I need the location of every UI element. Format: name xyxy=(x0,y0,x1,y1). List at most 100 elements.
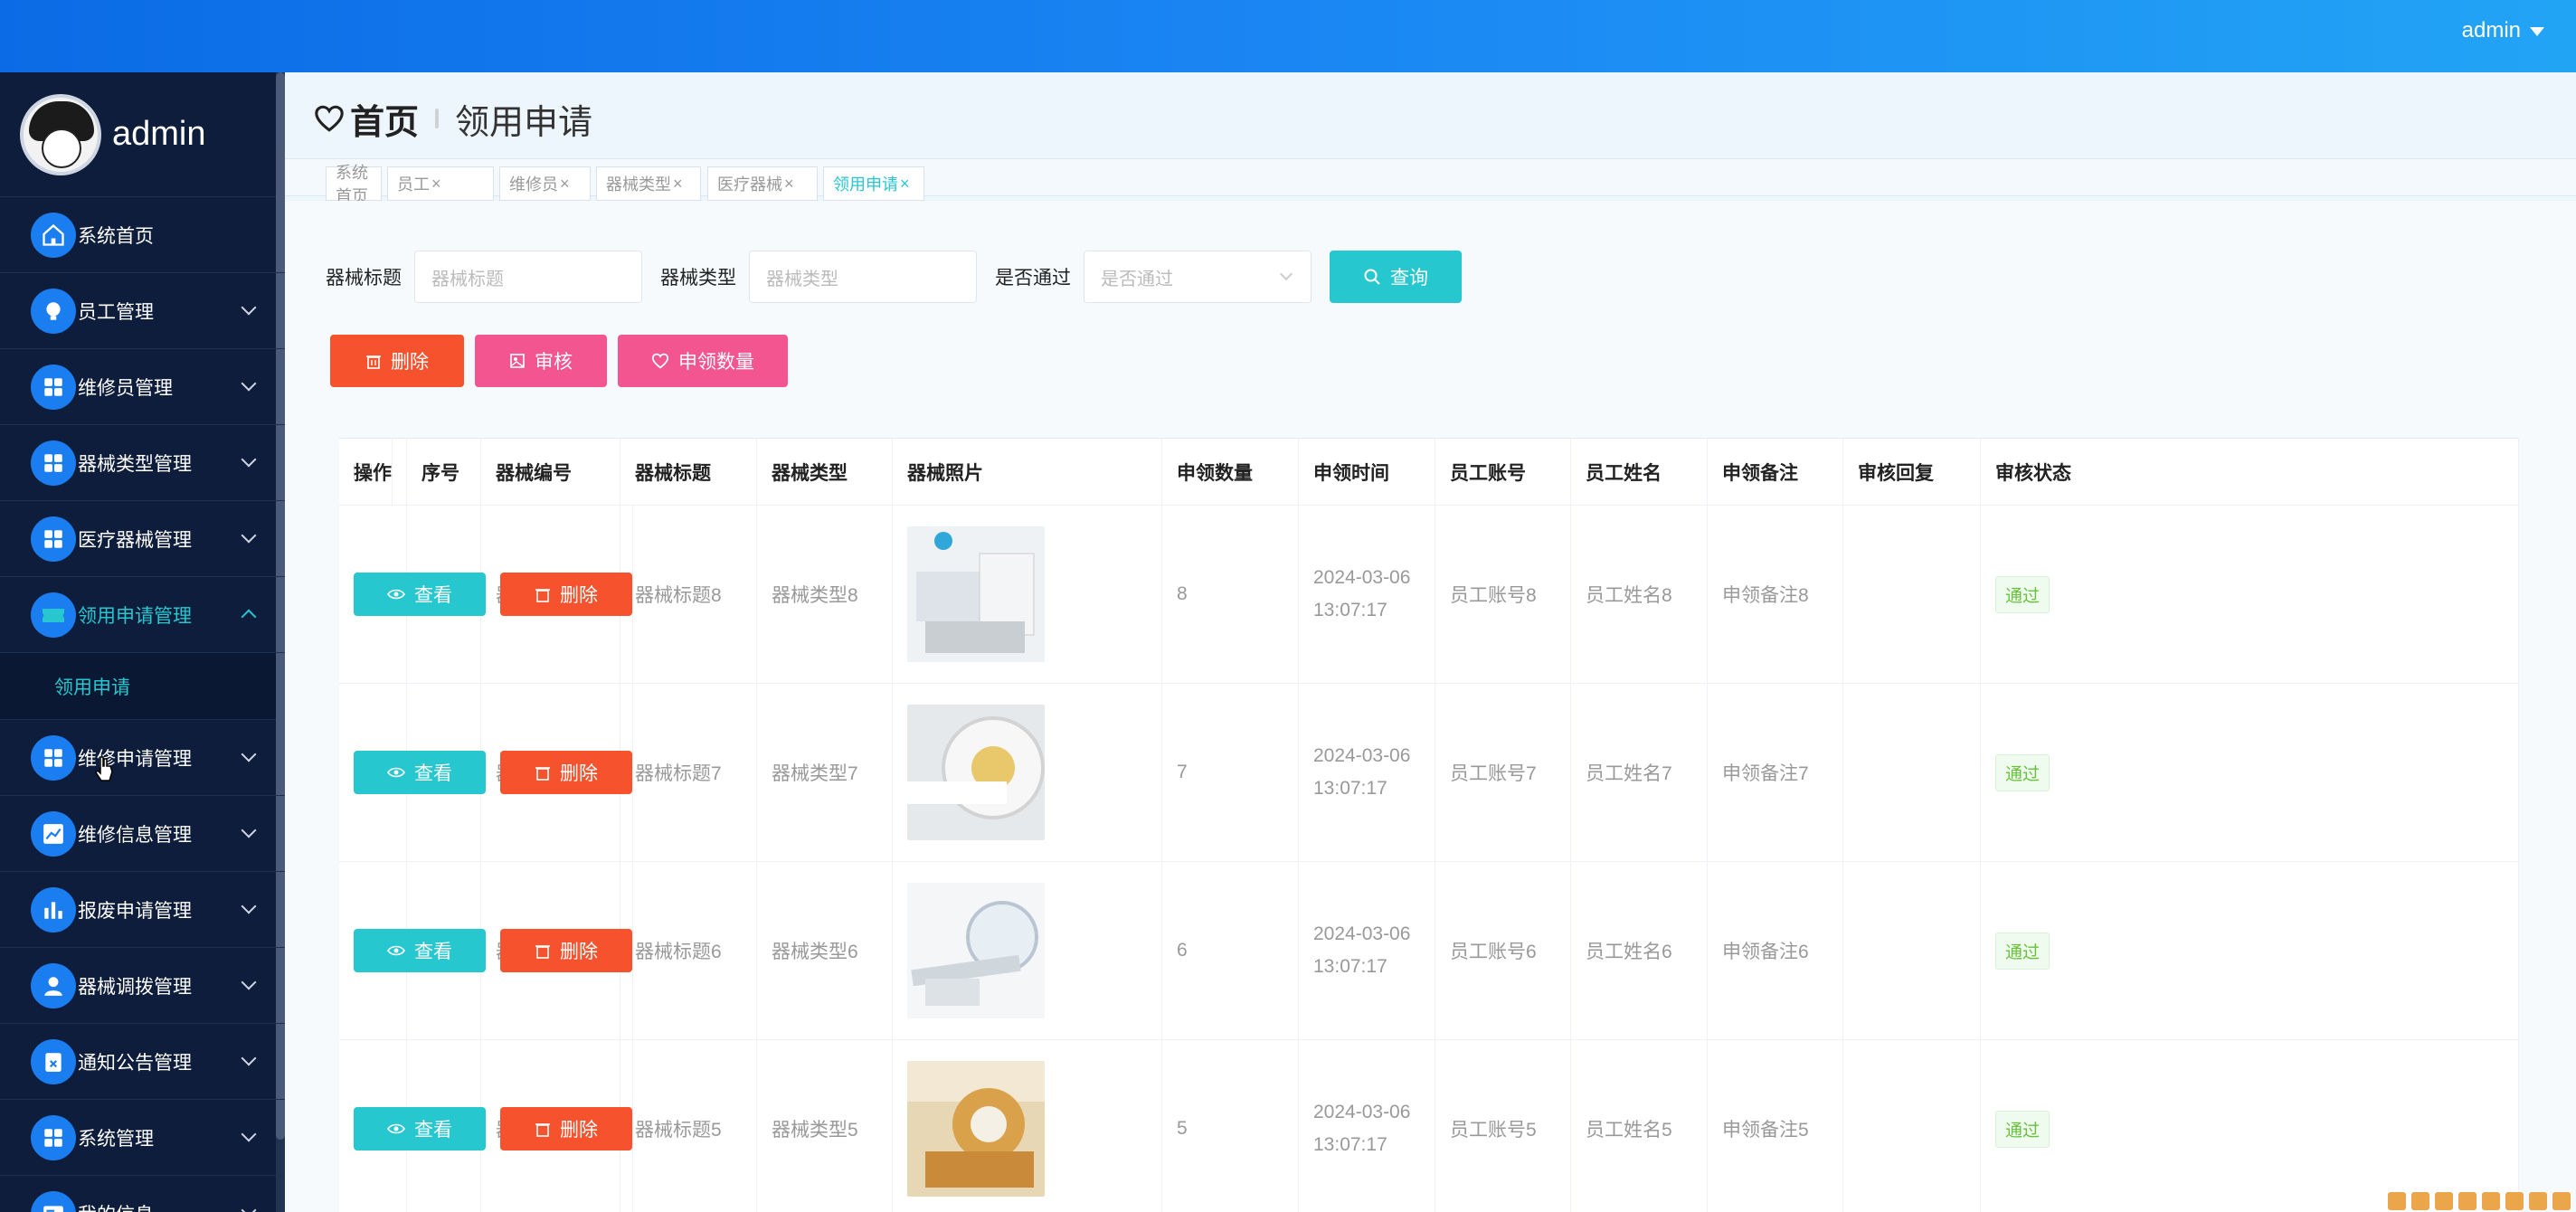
sidebar-item-label: 领用申请管理 xyxy=(78,605,192,627)
delete-button[interactable]: 删除 xyxy=(500,929,632,972)
chart-icon xyxy=(31,810,76,857)
sidebar-item-10[interactable]: 通知公告管理 xyxy=(0,1024,285,1100)
sidebar-item-label: 器械调拨管理 xyxy=(78,976,192,998)
breadcrumb: 首页 领用申请 xyxy=(314,94,592,144)
status-cell: 通过 xyxy=(1981,684,2519,861)
status-cell: 通过 xyxy=(1981,862,2519,1039)
sidebar-item-7[interactable]: 维修信息管理 xyxy=(0,796,285,872)
batch-delete-button[interactable]: 删除 xyxy=(330,335,464,387)
status-cell: 通过 xyxy=(1981,506,2519,683)
reply-cell xyxy=(1843,684,1981,861)
close-icon[interactable]: × xyxy=(900,175,910,194)
audit-button[interactable]: 审核 xyxy=(475,335,607,387)
status-cell: 通过 xyxy=(1981,1040,2519,1212)
sidebar-item-9[interactable]: 器械调拨管理 xyxy=(0,948,285,1024)
column-header: 员工账号 xyxy=(1435,439,1571,505)
tab-3[interactable]: 器械类型 × xyxy=(596,166,701,201)
eye-icon xyxy=(387,945,405,956)
ime-toolbar xyxy=(2388,1192,2576,1212)
reply-cell xyxy=(1843,506,1981,683)
view-button[interactable]: 查看 xyxy=(354,929,486,972)
sidebar-item-label: 医疗器械管理 xyxy=(78,529,192,551)
delete-button[interactable]: 删除 xyxy=(500,573,632,616)
device-photo[interactable] xyxy=(907,883,1045,1018)
column-header: 申领时间 xyxy=(1299,439,1435,505)
remark-cell: 申领备注6 xyxy=(1708,862,1843,1039)
sidebar-item-3[interactable]: 器械类型管理 xyxy=(0,425,285,501)
mouse-cursor-icon xyxy=(95,756,113,781)
time-text: 13:07:17 xyxy=(1313,778,1387,799)
chevron-down-icon xyxy=(241,746,257,762)
grid-icon xyxy=(31,364,76,410)
quantity-cell: 6 xyxy=(1162,862,1299,1039)
status-badge: 通过 xyxy=(1995,1110,2050,1148)
sidebar-item-label: 通知公告管理 xyxy=(78,1052,192,1074)
column-header: 操作 xyxy=(339,439,393,505)
sidebar-item-11[interactable]: 系统管理 xyxy=(0,1100,285,1176)
sidebar-item-2[interactable]: 维修员管理 xyxy=(0,349,285,425)
sidebar-item-12[interactable]: 我的信息 xyxy=(0,1176,285,1212)
sidebar-item-4[interactable]: 医疗器械管理 xyxy=(0,501,285,577)
delete-button[interactable]: 删除 xyxy=(500,1107,632,1150)
type-input[interactable]: 器械类型 xyxy=(749,251,977,303)
sidebar-item-8[interactable]: 报废申请管理 xyxy=(0,872,285,948)
tab-0[interactable]: 系统首页 xyxy=(326,164,382,205)
clipboard-icon xyxy=(31,1038,76,1084)
chevron-down-icon xyxy=(241,898,257,914)
chevron-down-icon xyxy=(241,527,257,544)
sidebar-item-label: 系统首页 xyxy=(78,225,154,247)
sidebar-item-1[interactable]: 员工管理 xyxy=(0,273,285,349)
close-icon[interactable]: × xyxy=(431,175,441,194)
device-photo[interactable] xyxy=(907,1061,1045,1197)
sidebar-item-5[interactable]: 领用申请管理 xyxy=(0,577,285,653)
eye-icon xyxy=(387,589,405,600)
column-header: 审核状态 xyxy=(1981,439,2519,505)
bar-chart-icon xyxy=(31,886,76,933)
sidebar-item-label: 器械类型管理 xyxy=(78,453,192,475)
time-text: 13:07:17 xyxy=(1313,1134,1387,1155)
account-cell: 员工账号7 xyxy=(1435,684,1571,861)
column-header: 器械类型 xyxy=(757,439,893,505)
home-icon xyxy=(31,212,76,258)
content-panel: 器械标题 器械标题 器械类型 器械类型 是否通过 是否通过 查询 删除 审核 申… xyxy=(285,201,2576,1212)
device-photo[interactable] xyxy=(907,526,1045,662)
close-icon[interactable]: × xyxy=(784,175,794,194)
sidebar-item-0[interactable]: 系统首页 xyxy=(0,197,285,273)
eye-icon xyxy=(387,767,405,778)
claim-count-button[interactable]: 申领数量 xyxy=(618,335,788,387)
view-button[interactable]: 查看 xyxy=(354,751,486,794)
picture-icon xyxy=(510,354,525,368)
column-header: 员工姓名 xyxy=(1571,439,1708,505)
tab-2[interactable]: 维修员 × xyxy=(499,166,591,201)
chevron-down-icon xyxy=(241,299,257,316)
top-bar: admin xyxy=(0,0,2576,72)
breadcrumb-home[interactable]: 首页 xyxy=(350,94,419,144)
query-button[interactable]: 查询 xyxy=(1330,251,1462,303)
chevron-down-icon xyxy=(241,1126,257,1142)
sidebar-item-6[interactable]: 维修申请管理 xyxy=(0,720,285,796)
type-cell: 器械类型5 xyxy=(757,1040,893,1212)
search-icon xyxy=(1364,269,1380,285)
ticket-icon xyxy=(31,592,76,638)
title-input[interactable]: 器械标题 xyxy=(414,251,642,303)
device-photo[interactable] xyxy=(907,705,1045,840)
submenu-item[interactable]: 领用申请 xyxy=(0,653,285,720)
pass-select[interactable]: 是否通过 xyxy=(1084,251,1312,303)
close-icon[interactable]: × xyxy=(673,175,683,194)
view-button[interactable]: 查看 xyxy=(354,573,486,616)
user-menu[interactable]: admin xyxy=(2462,18,2544,43)
delete-button[interactable]: 删除 xyxy=(500,751,632,794)
grid-icon xyxy=(31,734,76,781)
breadcrumb-separator xyxy=(435,109,440,128)
tab-1[interactable]: 员工 × xyxy=(387,166,494,201)
column-header: 序号 xyxy=(407,439,481,505)
view-button[interactable]: 查看 xyxy=(354,1107,486,1150)
user-icon xyxy=(31,962,76,1008)
tab-5[interactable]: 领用申请 × xyxy=(823,166,924,201)
tab-4[interactable]: 医疗器械 × xyxy=(707,166,818,201)
remark-cell: 申领备注5 xyxy=(1708,1040,1843,1212)
chevron-down-icon xyxy=(241,974,257,990)
close-icon[interactable]: × xyxy=(560,175,570,194)
reply-cell xyxy=(1843,1040,1981,1212)
heart-icon xyxy=(651,353,669,369)
